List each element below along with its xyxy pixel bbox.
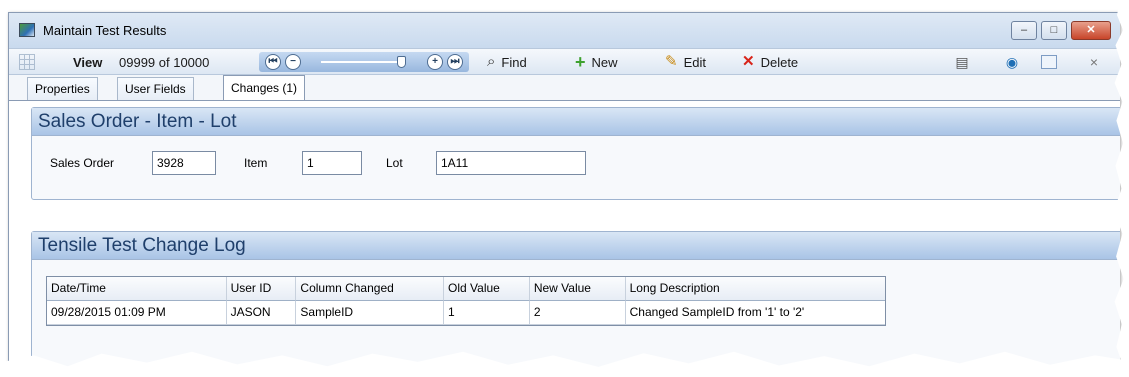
change-log-group-title: Tensile Test Change Log bbox=[32, 232, 1120, 260]
sales-order-field[interactable]: 3928 bbox=[152, 151, 216, 175]
tab-properties[interactable]: Properties bbox=[27, 77, 98, 101]
cell-user-id[interactable]: JASON bbox=[226, 301, 297, 325]
cell-new-value[interactable]: 2 bbox=[529, 301, 626, 325]
column-header-new-value[interactable]: New Value bbox=[529, 277, 626, 301]
sales-order-group: Sales Order - Item - Lot Sales Order 392… bbox=[31, 107, 1120, 200]
record-slider-track[interactable] bbox=[321, 61, 397, 63]
view-button[interactable]: View bbox=[73, 55, 102, 70]
find-button[interactable]: ⌕ Find bbox=[487, 53, 527, 71]
delete-label: Delete bbox=[760, 54, 799, 70]
sales-order-label: Sales Order bbox=[50, 156, 115, 170]
record-counter: 09999 of 10000 bbox=[119, 55, 210, 70]
cell-date-time[interactable]: 09/28/2015 01:09 PM bbox=[47, 301, 227, 325]
find-label: Find bbox=[501, 54, 527, 70]
minimize-button[interactable]: – bbox=[1011, 21, 1037, 40]
cell-old-value[interactable]: 1 bbox=[444, 301, 530, 325]
title-bar: Maintain Test Results – □ ✕ bbox=[9, 13, 1120, 49]
new-button[interactable]: + New bbox=[575, 53, 618, 71]
table-header-row: Date/Time User ID Column Changed Old Val… bbox=[47, 277, 885, 301]
lot-field[interactable]: 1A11 bbox=[436, 151, 586, 175]
pencil-icon: ✎ bbox=[665, 53, 678, 70]
close-button[interactable]: ✕ bbox=[1071, 21, 1111, 40]
first-record-icon[interactable]: ⏮ bbox=[265, 54, 281, 70]
changes-tab-content: Sales Order - Item - Lot Sales Order 392… bbox=[9, 100, 1120, 373]
delete-button[interactable]: ✕ Delete bbox=[742, 53, 798, 71]
new-label: New bbox=[591, 54, 618, 70]
maintain-test-results-window: Maintain Test Results – □ ✕ View 09999 o… bbox=[8, 12, 1120, 374]
edit-button[interactable]: ✎ Edit bbox=[665, 53, 706, 71]
column-header-user-id[interactable]: User ID bbox=[226, 277, 297, 301]
last-record-icon[interactable]: ⏭ bbox=[447, 54, 463, 70]
previous-record-icon[interactable]: − bbox=[285, 54, 301, 70]
item-field[interactable]: 1 bbox=[302, 151, 362, 175]
cell-column-changed[interactable]: SampleID bbox=[296, 301, 445, 325]
tab-user-fields[interactable]: User Fields bbox=[117, 77, 194, 101]
record-navigator: ⏮ − + ⏭ bbox=[259, 52, 469, 72]
copy-document-icon[interactable]: ▤ bbox=[953, 53, 971, 71]
sales-order-group-title: Sales Order - Item - Lot bbox=[32, 108, 1120, 136]
change-log-table[interactable]: Date/Time User ID Column Changed Old Val… bbox=[46, 276, 886, 326]
tab-changes[interactable]: Changes (1) bbox=[223, 75, 306, 101]
window-title: Maintain Test Results bbox=[43, 23, 167, 38]
toolbar: View 09999 of 10000 ⏮ − + ⏭ ⌕ Find + New… bbox=[9, 49, 1120, 75]
app-icon bbox=[19, 23, 35, 37]
refresh-globe-icon[interactable]: ◉ bbox=[1003, 53, 1021, 71]
edit-label: Edit bbox=[683, 54, 706, 70]
column-header-date-time[interactable]: Date/Time bbox=[47, 277, 227, 301]
window-panel-icon[interactable] bbox=[1041, 55, 1057, 69]
maximize-button[interactable]: □ bbox=[1041, 21, 1067, 40]
table-row[interactable]: 09/28/2015 01:09 PM JASON SampleID 1 2 C… bbox=[47, 301, 885, 325]
toolbar-grip-icon[interactable] bbox=[19, 54, 35, 70]
lot-label: Lot bbox=[386, 156, 403, 170]
next-record-icon[interactable]: + bbox=[427, 54, 443, 70]
column-header-long-description[interactable]: Long Description bbox=[625, 277, 885, 301]
item-label: Item bbox=[244, 156, 268, 170]
record-slider-thumb[interactable] bbox=[397, 56, 406, 68]
column-header-column-changed[interactable]: Column Changed bbox=[296, 277, 445, 301]
column-header-old-value[interactable]: Old Value bbox=[444, 277, 530, 301]
cell-long-description[interactable]: Changed SampleID from '1' to '2' bbox=[625, 301, 885, 325]
toolbar-close-icon[interactable]: × bbox=[1085, 53, 1103, 71]
plus-icon: + bbox=[575, 52, 586, 72]
tab-strip: Properties User Fields Changes (1) bbox=[9, 75, 1120, 101]
delete-x-icon: ✕ bbox=[742, 53, 755, 70]
binoculars-icon: ⌕ bbox=[487, 53, 496, 70]
